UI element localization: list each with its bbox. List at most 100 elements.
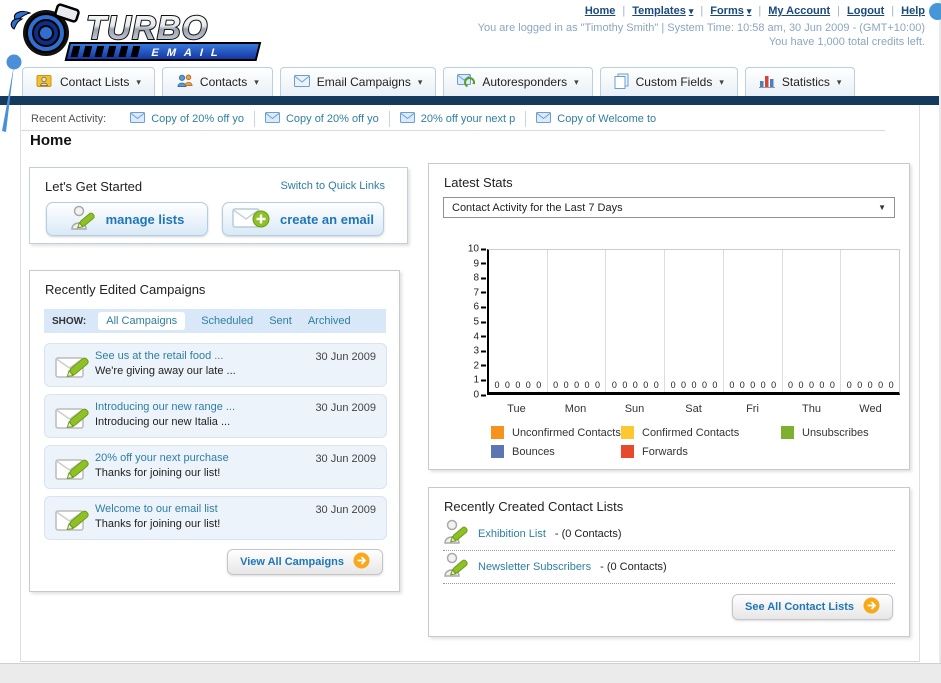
campaign-date: 30 Jun 2009 <box>315 504 376 516</box>
nav-tab-label: Autoresponders <box>482 75 568 89</box>
top-nav-link[interactable]: My Account <box>768 5 830 17</box>
latest-stats-title: Latest Stats <box>444 175 513 190</box>
help-icon[interactable] <box>929 3 941 20</box>
chart-value-label: 0 <box>878 380 884 390</box>
chart-value-label: 0 <box>829 380 835 390</box>
campaign-subtitle: Introducing our new Italia ... <box>95 416 231 428</box>
chart-x-tick-label: Thu <box>802 403 821 415</box>
chart-group: 00000 <box>841 250 899 392</box>
contact-list-link[interactable]: Newsletter Subscribers <box>478 561 591 573</box>
top-nav-links: Home Templates ▾ Forms ▾ My Account <box>585 5 925 17</box>
get-started-button[interactable]: manage lists <box>46 202 208 236</box>
see-all-contact-lists-button[interactable]: See All Contact Lists <box>731 594 893 620</box>
campaign-filter-tab[interactable]: All Campaigns <box>98 312 186 330</box>
contact-lists-panel: Recently Created Contact Lists Exhibitio… <box>428 487 910 637</box>
campaign-row[interactable]: 20% off your next purchase Thanks for jo… <box>44 445 387 489</box>
contact-lists-icon <box>36 73 53 91</box>
chart-legend: Unconfirmed Contacts Confirmed Contacts Un… <box>491 426 869 458</box>
see-all-contact-lists-label: See All Contact Lists <box>744 601 854 613</box>
legend-item: Confirmed Contacts <box>621 426 781 439</box>
top-nav-link-label: Help <box>901 5 925 17</box>
edit-campaign-icon <box>55 455 91 487</box>
campaign-filters: All Campaigns Scheduled Sent Archived <box>98 312 351 330</box>
chart-value-label: 0 <box>515 380 521 390</box>
chart-value-label: 0 <box>494 380 500 390</box>
nav-tab[interactable]: Autoresponders ▾ <box>443 67 593 96</box>
chart-value-label: 0 <box>670 380 676 390</box>
chart-x-tick-label: Sat <box>685 403 702 415</box>
top-nav-link-label: Templates <box>632 5 686 17</box>
top-nav-link-label: My Account <box>768 5 831 17</box>
top-nav-link[interactable]: Forms ▾ <box>710 5 751 17</box>
nav-tab[interactable]: Email Campaigns ▾ <box>279 67 437 96</box>
stats-range-value: Contact Activity for the Last 7 Days <box>452 201 623 214</box>
chart-value-label: 0 <box>691 380 697 390</box>
turbo-email-dashboard: { "page": { "heading": "Home" }, "header… <box>0 0 941 683</box>
contact-lists-title: Recently Created Contact Lists <box>444 499 624 514</box>
campaign-row[interactable]: Introducing our new range ... Introducin… <box>44 394 387 438</box>
create-email-icon <box>232 206 270 233</box>
campaign-row[interactable]: See us at the retail food ... We're givi… <box>44 343 387 387</box>
campaign-subtitle: We're giving away our late ... <box>95 365 236 377</box>
top-nav-link-label: Home <box>584 5 616 17</box>
top-nav-link[interactable]: Help <box>901 5 925 17</box>
caret-down-icon: ▾ <box>254 76 259 87</box>
credits-note: You have 1,000 total credits left. <box>768 36 925 48</box>
contact-list-item[interactable]: Newsletter Subscribers - (0 Contacts) <box>443 551 895 584</box>
get-started-button-label: create an email <box>280 211 374 227</box>
chart-value-label: 0 <box>888 380 894 390</box>
turbo-email-logo: EMAIL TURBO <box>8 3 266 66</box>
chart-x-tick-label: Sun <box>624 403 645 415</box>
campaign-subtitle: Thanks for joining our list! <box>95 467 221 479</box>
view-all-campaigns-button[interactable]: View All Campaigns <box>227 549 383 575</box>
nav-tab[interactable]: Statistics ▾ <box>744 67 856 96</box>
chart-group: 00000 <box>783 250 842 392</box>
contact-list-item[interactable]: Exhibition List - (0 Contacts) <box>443 518 895 551</box>
nav-tab[interactable]: Contact Lists ▾ <box>22 67 155 96</box>
logo-title-text: TURBO <box>86 9 208 46</box>
contact-list-link[interactable]: Exhibition List <box>478 528 546 540</box>
nav-tab-label: Email Campaigns <box>316 75 411 89</box>
campaign-subtitle: Thanks for joining our list! <box>95 518 221 530</box>
chart-value-label: 0 <box>712 380 718 390</box>
chart-value-label: 0 <box>846 380 852 390</box>
stats-range-dropdown[interactable]: Contact Activity for the Last 7 Days ▼ <box>443 197 895 218</box>
switch-quick-links[interactable]: Switch to Quick Links <box>280 180 385 192</box>
campaign-date: 30 Jun 2009 <box>315 453 376 465</box>
campaign-filter-label: All Campaigns <box>106 315 178 327</box>
chart-value-label: 0 <box>536 380 542 390</box>
campaign-filter-tab[interactable]: Archived <box>308 315 351 327</box>
campaign-filter-tab[interactable]: Sent <box>269 315 292 327</box>
top-nav-link-label: Forms <box>710 5 744 17</box>
top-nav-link-wrap: Forms ▾ <box>710 5 768 17</box>
chart-value-label: 0 <box>681 380 687 390</box>
caret-down-icon: ▾ <box>836 76 842 87</box>
legend-item: Unsubscribes <box>781 426 869 439</box>
chart-value-label: 0 <box>798 380 804 390</box>
nav-tab-label: Contact Lists <box>60 75 130 89</box>
contact-list-count: - (0 Contacts) <box>600 561 667 573</box>
nav-tab-label: Contacts <box>199 75 248 89</box>
get-started-buttons: manage lists create an email <box>46 202 384 236</box>
chart-group: 00000 <box>665 250 724 392</box>
chart-value-label: 0 <box>771 380 777 390</box>
legend-item: Forwards <box>621 445 781 458</box>
top-nav-link[interactable]: Templates ▾ <box>632 5 693 17</box>
get-started-title: Let's Get Started <box>45 179 143 194</box>
campaign-row[interactable]: Welcome to our email list Thanks for joi… <box>44 496 387 540</box>
chart-group: 00000 <box>548 250 607 392</box>
chart-value-label: 0 <box>504 380 510 390</box>
chart-value-label: 0 <box>622 380 628 390</box>
nav-tab[interactable]: Contacts ▾ <box>161 67 273 96</box>
view-all-campaigns-label: View All Campaigns <box>240 556 344 568</box>
get-started-button[interactable]: create an email <box>222 202 384 236</box>
chart-value-label: 0 <box>750 380 756 390</box>
top-nav-link[interactable]: Logout <box>847 5 884 17</box>
top-nav-link[interactable]: Home <box>585 5 616 17</box>
campaign-filter-tab[interactable]: Scheduled <box>201 315 253 327</box>
chart-value-label: 0 <box>584 380 590 390</box>
manage-lists-icon <box>70 204 96 235</box>
nav-tab[interactable]: Custom Fields ▾ <box>599 67 738 96</box>
custom-fields-icon <box>614 73 629 92</box>
legend-item: Unconfirmed Contacts <box>491 426 621 439</box>
